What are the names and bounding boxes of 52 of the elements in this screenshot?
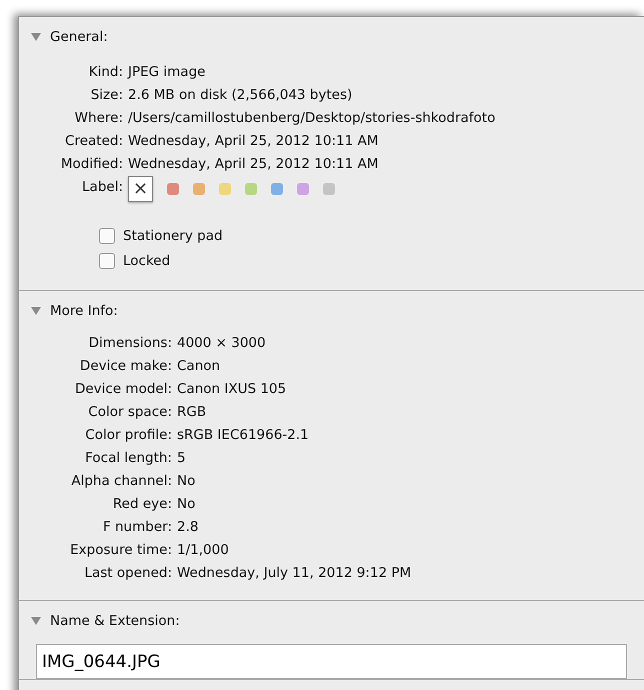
field-value: Wednesday, July 11, 2012 9:12 PM — [177, 564, 412, 583]
label-color-swatch[interactable] — [245, 183, 257, 195]
label-color-swatch[interactable] — [219, 183, 231, 195]
field-label: Color space: — [87, 403, 172, 422]
field-label: Dimensions: — [88, 334, 172, 353]
field-value: sRGB IEC61966-2.1 — [177, 426, 310, 445]
checkbox[interactable] — [99, 228, 115, 244]
checkbox[interactable] — [99, 253, 115, 269]
field-label: Alpha channel: — [70, 472, 172, 491]
checkbox-label[interactable]: Stationery pad — [123, 228, 223, 244]
field-label: Modified: — [60, 155, 123, 174]
field-value: No — [177, 472, 196, 491]
label-color-swatch[interactable] — [271, 183, 283, 195]
field-label: Where: — [74, 109, 123, 128]
field-value: Wednesday, April 25, 2012 10:11 AM — [128, 155, 380, 174]
field-label: Last opened: — [83, 564, 172, 583]
field-value: /Users/camillostubenberg/Desktop/stories-shkodrafoto — [128, 109, 496, 128]
field-label: Red eye: — [112, 495, 172, 514]
disclosure-triangle-icon[interactable] — [30, 32, 42, 42]
field-label: Label: — [81, 178, 123, 197]
field-label: Created: — [64, 132, 123, 151]
field-value: Canon — [177, 357, 222, 376]
field-value: RGB — [177, 403, 208, 422]
field-label: F number: — [102, 518, 172, 537]
field-label: Focal length: — [84, 449, 172, 468]
label-color-swatch[interactable] — [193, 183, 205, 195]
label-color-swatch[interactable] — [297, 183, 309, 195]
label-color-swatch[interactable] — [167, 183, 179, 195]
section-title: More Info: — [50, 303, 118, 319]
checkbox-label[interactable]: Locked — [123, 253, 170, 269]
field-value: 1/1,000 — [177, 541, 230, 560]
field-label: Color profile: — [84, 426, 172, 445]
field-value: 4000 × 3000 — [177, 334, 267, 353]
field-value: 2.8 — [177, 518, 200, 537]
field-label: Device model: — [74, 380, 172, 399]
field-value: 2.6 MB on disk (2,566,043 bytes) — [128, 86, 354, 105]
section-title: Name & Extension: — [50, 613, 180, 629]
field-label: Device make: — [78, 357, 172, 376]
field-value: Wednesday, April 25, 2012 10:11 AM — [128, 132, 380, 151]
field-value: 5 — [177, 449, 187, 468]
label-color-swatch[interactable] — [323, 183, 335, 195]
field-value: Canon IXUS 105 — [177, 380, 288, 399]
disclosure-triangle-icon[interactable] — [30, 616, 42, 626]
no-label-button[interactable]: × — [128, 176, 153, 202]
field-label: Size: — [90, 86, 123, 105]
disclosure-triangle-icon[interactable] — [30, 306, 42, 316]
field-value: JPEG image — [128, 63, 206, 82]
field-label: Kind: — [88, 63, 123, 82]
field-label: Exposure time: — [69, 541, 172, 560]
name-field[interactable]: IMG_0644.JPG — [36, 644, 627, 679]
field-value: No — [177, 495, 196, 514]
section-title: General: — [50, 29, 108, 45]
